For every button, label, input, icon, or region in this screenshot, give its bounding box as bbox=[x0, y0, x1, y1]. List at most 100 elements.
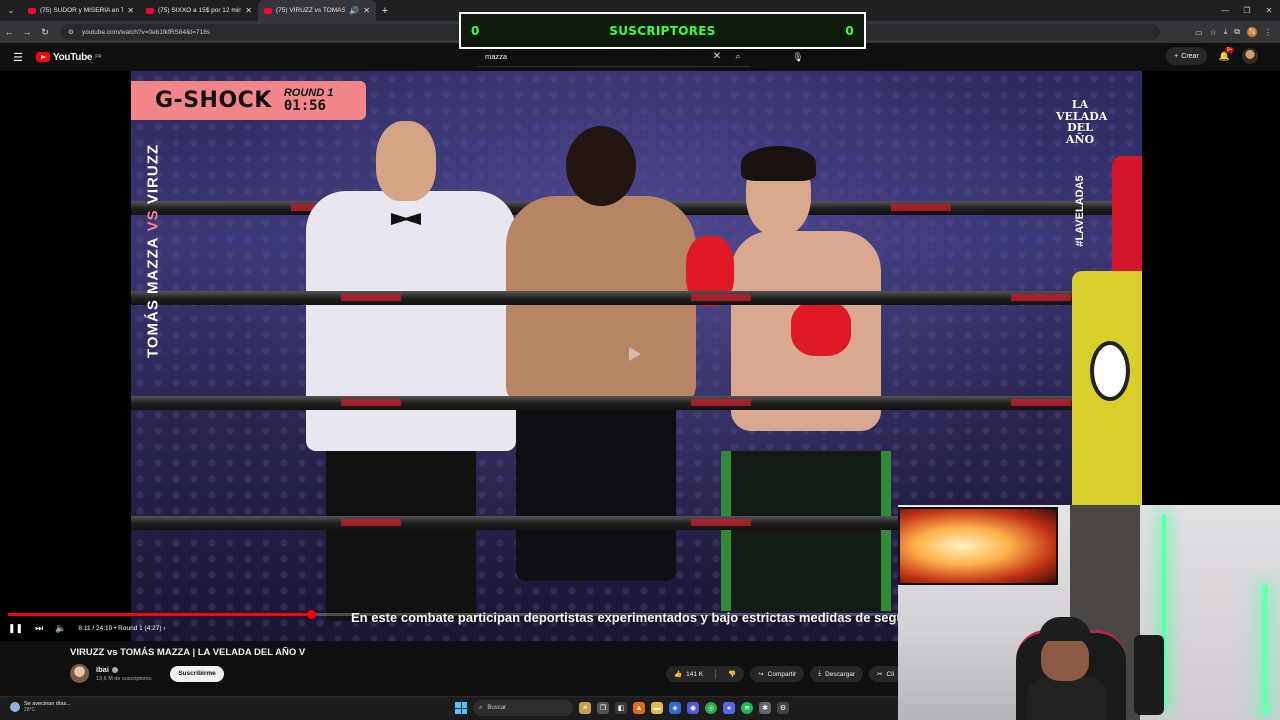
like-count: 141 K bbox=[686, 670, 704, 678]
subscribe-button[interactable]: Suscribirme bbox=[170, 666, 224, 682]
new-tab-button[interactable]: + bbox=[376, 5, 394, 17]
tab-close-icon[interactable]: ✕ bbox=[363, 6, 370, 15]
maximize-icon[interactable]: ❐ bbox=[1236, 0, 1258, 21]
like-dislike-group: 👍 141 K 👎 bbox=[666, 666, 745, 682]
counter-right: 0 bbox=[845, 23, 854, 38]
window-controls: — ❐ ✕ bbox=[1214, 0, 1280, 21]
webcam-green-light bbox=[1262, 585, 1268, 715]
taskbar-apps: ⌕ Buscar ☀ ❐ ◧ ▲ ▬ ◈ ◉ ◎ ● ≋ ✱ ⚙ bbox=[455, 700, 789, 716]
scissors-icon: ✂ bbox=[877, 671, 883, 678]
app-icon[interactable]: ▲ bbox=[633, 702, 645, 714]
red-corner-post bbox=[1112, 156, 1142, 276]
tab-close-icon[interactable]: ✕ bbox=[127, 6, 134, 15]
tab-1[interactable]: (75) SUDOR y MISERIA en TIERRA ✕ bbox=[22, 0, 140, 21]
cast-icon[interactable]: ▭ bbox=[1195, 28, 1203, 37]
file-explorer-icon[interactable]: ▬ bbox=[651, 702, 663, 714]
player-controls: ❚❚ ⏭ 🔈 8:11 / 24:10 • Round 1 (4:27) › bbox=[8, 620, 166, 636]
chrome-icon[interactable]: ◎ bbox=[705, 702, 717, 714]
hashtag-text: #LAVELADA5 bbox=[1074, 175, 1086, 247]
taskbar-search[interactable]: ⌕ Buscar bbox=[473, 700, 573, 716]
site-info-icon[interactable]: ⚙ bbox=[68, 28, 74, 36]
search-input[interactable]: mazza bbox=[478, 52, 708, 61]
search-icon[interactable]: ⌕ bbox=[726, 51, 750, 62]
chapter-title[interactable]: Round 1 (4:27) bbox=[118, 625, 161, 632]
channel-name-row[interactable]: Ibai bbox=[96, 665, 118, 674]
video-title: VIRUZZ vs TOMÁS MAZZA | LA VELADA DEL AÑ… bbox=[70, 647, 306, 658]
tab-title: (75) VIRUZZ vs TOMÁS MA bbox=[276, 7, 346, 14]
windows-taskbar: Se avecinan días... 28°C ⌕ Buscar ☀ ❐ ◧ … bbox=[0, 696, 898, 720]
spotify-icon[interactable]: ≋ bbox=[741, 702, 753, 714]
next-icon[interactable]: ⏭ bbox=[35, 623, 43, 634]
weather-widget[interactable]: Se avecinan días... 28°C bbox=[10, 701, 71, 713]
app-icon[interactable]: ◧ bbox=[615, 702, 627, 714]
browser-menu-icon[interactable]: ⋮ bbox=[1264, 28, 1272, 37]
channel-avatar[interactable] bbox=[70, 664, 89, 683]
round-time: 01:56 bbox=[283, 98, 326, 114]
taskbar-search-placeholder: Buscar bbox=[487, 705, 507, 711]
download-icon[interactable]: ⤓ bbox=[1224, 27, 1228, 37]
like-button[interactable]: 👍 141 K bbox=[666, 666, 711, 682]
forward-icon[interactable]: → bbox=[18, 27, 36, 37]
discord-icon[interactable]: ◉ bbox=[687, 702, 699, 714]
app-icon[interactable]: ◈ bbox=[669, 702, 681, 714]
tab-close-icon[interactable]: ✕ bbox=[245, 6, 252, 15]
play-overlay-icon bbox=[629, 347, 641, 361]
youtube-favicon-icon bbox=[146, 7, 154, 14]
settings-gear-icon[interactable]: ⚙ bbox=[777, 702, 789, 714]
time-chapter-group: 8:11 / 24:10 • Round 1 (4:27) › bbox=[78, 624, 166, 632]
share-button[interactable]: ↪ Compartir bbox=[750, 666, 805, 682]
tab-search-icon[interactable]: ⌄ bbox=[0, 0, 22, 21]
weather-icon bbox=[10, 702, 20, 712]
region-code: PA bbox=[95, 53, 102, 60]
play-pause-icon[interactable]: ❚❚ bbox=[8, 623, 23, 634]
download-button[interactable]: ⤓ Descargar bbox=[810, 666, 864, 682]
thumbs-down-icon: 👎 bbox=[728, 671, 737, 678]
account-avatar[interactable] bbox=[1242, 48, 1258, 64]
webcam-microphone bbox=[1134, 635, 1164, 715]
ring-rope bbox=[131, 396, 1142, 410]
channel-name[interactable]: Ibai bbox=[96, 665, 109, 674]
scrubber-handle[interactable] bbox=[306, 610, 316, 619]
search-icon: ⌕ bbox=[479, 704, 483, 711]
close-window-icon[interactable]: ✕ bbox=[1258, 0, 1280, 21]
bookmark-star-icon[interactable]: ☆ bbox=[1210, 28, 1217, 37]
logo-text: YouTube bbox=[53, 51, 93, 63]
extensions-icon[interactable]: ⧉ bbox=[1234, 27, 1240, 37]
download-label: Descargar bbox=[825, 670, 856, 678]
fighter-right: VIRUZZ bbox=[144, 143, 162, 205]
app-icon[interactable]: ● bbox=[723, 702, 735, 714]
back-icon[interactable]: ← bbox=[0, 27, 18, 37]
tab-title: (75) SIXXO a 15$ por 12 minuto bbox=[158, 7, 242, 14]
clear-search-icon[interactable]: ✕ bbox=[708, 51, 726, 62]
microphone-icon[interactable]: 🎙 bbox=[788, 47, 808, 67]
minimize-icon[interactable]: — bbox=[1214, 0, 1236, 21]
app-icon[interactable]: ✱ bbox=[759, 702, 771, 714]
profile-avatar[interactable]: N bbox=[1247, 27, 1257, 37]
create-button[interactable]: + Crear bbox=[1166, 47, 1207, 65]
subscriber-count: 13,6 M de suscriptores bbox=[96, 676, 152, 682]
create-label: Crear bbox=[1181, 52, 1199, 60]
hamburger-menu-icon[interactable]: ☰ bbox=[0, 51, 36, 64]
thumbs-up-icon: 👍 bbox=[674, 671, 683, 678]
volume-icon[interactable]: 🔈 bbox=[55, 623, 66, 634]
video-actions: 👍 141 K 👎 ↪ Compartir ⤓ Descargar ✂ Cli bbox=[666, 666, 903, 682]
search-box: mazza ✕ ⌕ bbox=[478, 47, 750, 67]
tab-3-active[interactable]: (75) VIRUZZ vs TOMÁS MA 🔊 ✕ bbox=[258, 0, 376, 21]
progress-bar[interactable] bbox=[8, 610, 898, 619]
verified-icon bbox=[111, 666, 118, 673]
youtube-logo[interactable]: YouTube PA bbox=[36, 52, 102, 63]
notifications-bell-icon[interactable]: 🔔 9+ bbox=[1219, 46, 1235, 62]
tab-2[interactable]: (75) SIXXO a 15$ por 12 minuto ✕ bbox=[140, 0, 258, 21]
reload-icon[interactable]: ↻ bbox=[36, 27, 54, 38]
chapter-chevron-icon[interactable]: › bbox=[163, 625, 165, 632]
dislike-button[interactable]: 👎 bbox=[720, 666, 744, 682]
share-label: Compartir bbox=[767, 670, 797, 678]
windows-start-icon[interactable] bbox=[455, 702, 467, 714]
fighters-vertical-label: TOMÁS MAZZA VS VIRUZZ bbox=[143, 131, 163, 371]
webcam-tv-fireplace bbox=[898, 507, 1058, 585]
boxer-left-figure bbox=[496, 126, 696, 641]
task-view-icon[interactable]: ❐ bbox=[597, 702, 609, 714]
time-display: 8:11 / 24:10 bbox=[78, 624, 113, 632]
widgets-icon[interactable]: ☀ bbox=[579, 702, 591, 714]
speaker-icon[interactable]: 🔊 bbox=[349, 6, 359, 15]
